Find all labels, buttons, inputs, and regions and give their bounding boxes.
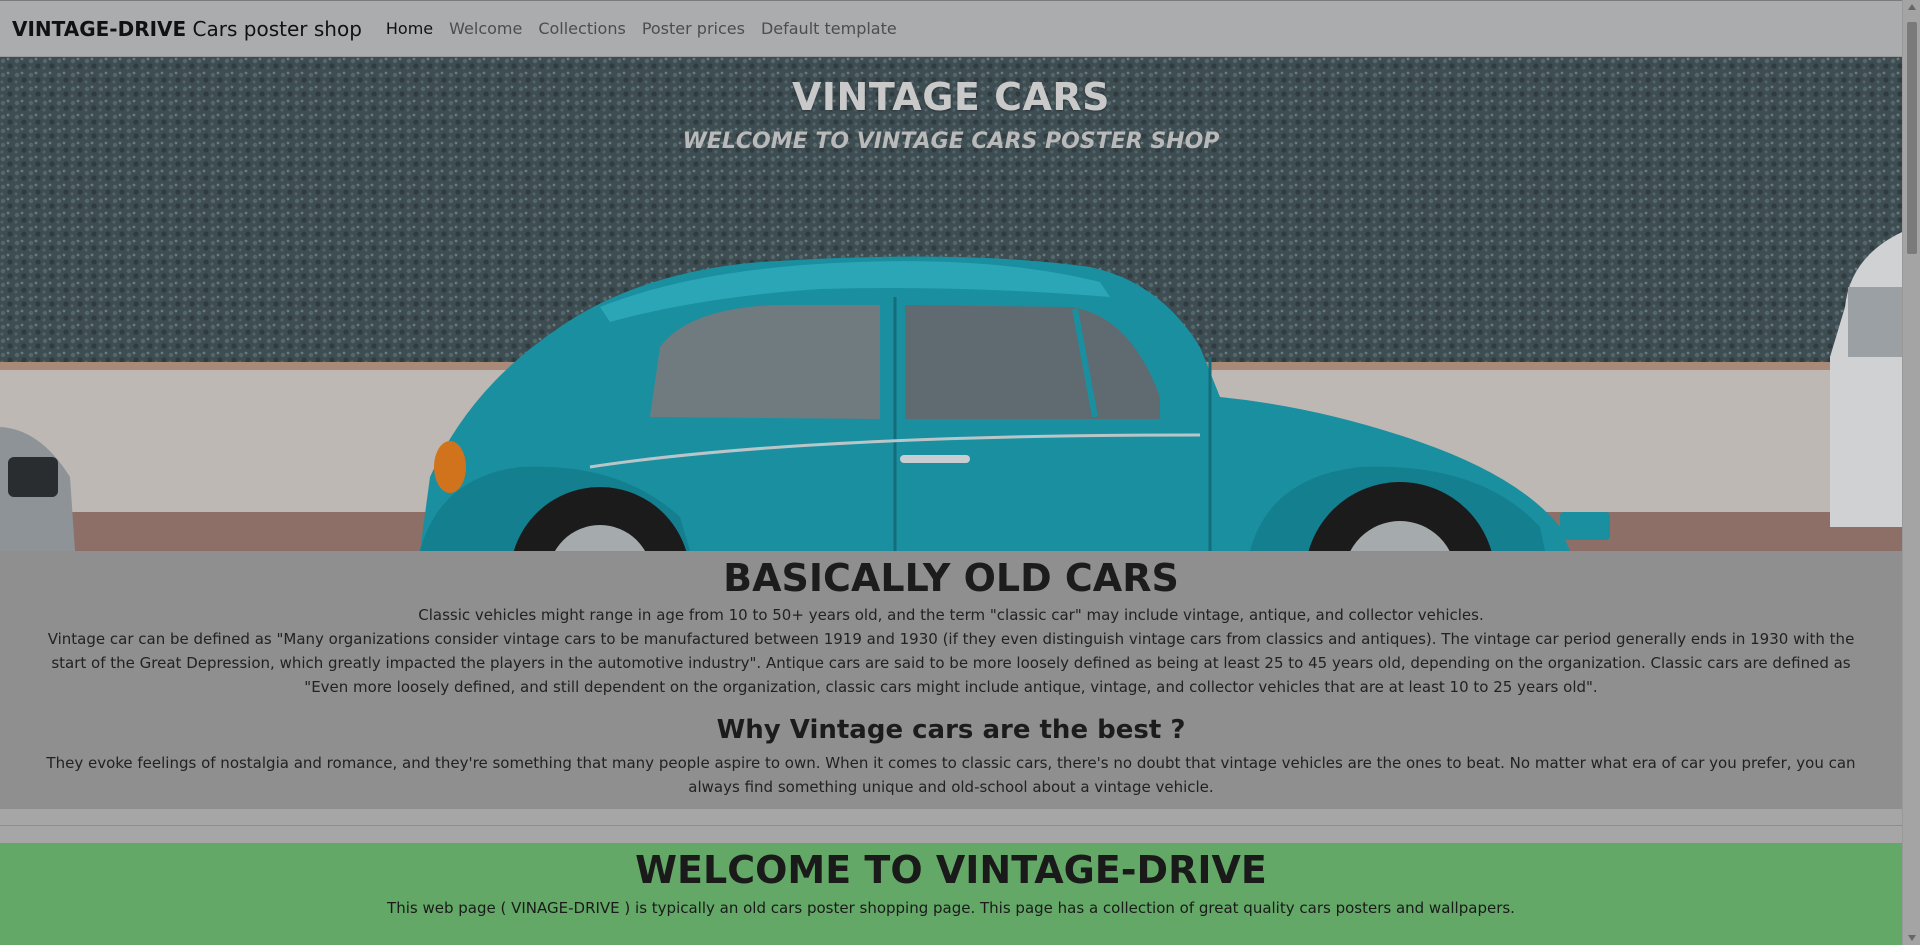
about-section: BASICALLY OLD CARS Classic vehicles migh…: [0, 551, 1902, 809]
brand-tagline: Cars poster shop: [186, 16, 362, 41]
why-vintage-paragraph: They evoke feelings of nostalgia and rom…: [46, 754, 1856, 796]
welcome-text: This web page ( VINAGE-DRIVE ) is typica…: [387, 899, 1515, 917]
page-scrollbar[interactable]: [1902, 0, 1920, 945]
divider-line: [0, 825, 1902, 826]
nav-link-home[interactable]: Home: [386, 19, 433, 38]
brand-link[interactable]: VINTAGE-DRIVE Cars poster shop: [12, 17, 362, 41]
hero-title: VINTAGE CARS: [791, 75, 1111, 119]
scroll-up-arrow-icon[interactable]: [1908, 4, 1916, 10]
page-viewport: VINTAGE-DRIVE Cars poster shop Home Welc…: [0, 0, 1902, 945]
welcome-heading: WELCOME TO VINTAGE-DRIVE: [635, 848, 1267, 892]
hero-banner: VINTAGE CARS WELCOME TO VINTAGE CARS POS…: [0, 57, 1902, 551]
hero-subtitle: WELCOME TO VINTAGE CARS POSTER SHOP: [682, 129, 1220, 154]
nav-link-collections[interactable]: Collections: [538, 19, 625, 38]
navbar: VINTAGE-DRIVE Cars poster shop Home Welc…: [0, 0, 1902, 57]
nav-link-welcome[interactable]: Welcome: [449, 19, 522, 38]
welcome-section: WELCOME TO VINTAGE-DRIVE This web page (…: [0, 843, 1902, 945]
brand-name: VINTAGE-DRIVE: [12, 16, 187, 41]
nav-link-default-template[interactable]: Default template: [761, 19, 897, 38]
about-paragraph-definition: Vintage car can be defined as "Many orga…: [47, 630, 1855, 696]
scrollbar-thumb[interactable]: [1907, 22, 1917, 254]
about-heading: BASICALLY OLD CARS: [723, 556, 1179, 600]
nav-links: Home Welcome Collections Poster prices D…: [386, 19, 913, 38]
about-paragraph-intro: Classic vehicles might range in age from…: [418, 606, 1484, 624]
why-vintage-heading: Why Vintage cars are the best ?: [716, 715, 1186, 745]
section-divider: [0, 809, 1902, 844]
nav-link-poster-prices[interactable]: Poster prices: [642, 19, 745, 38]
scroll-down-arrow-icon[interactable]: [1908, 935, 1916, 941]
